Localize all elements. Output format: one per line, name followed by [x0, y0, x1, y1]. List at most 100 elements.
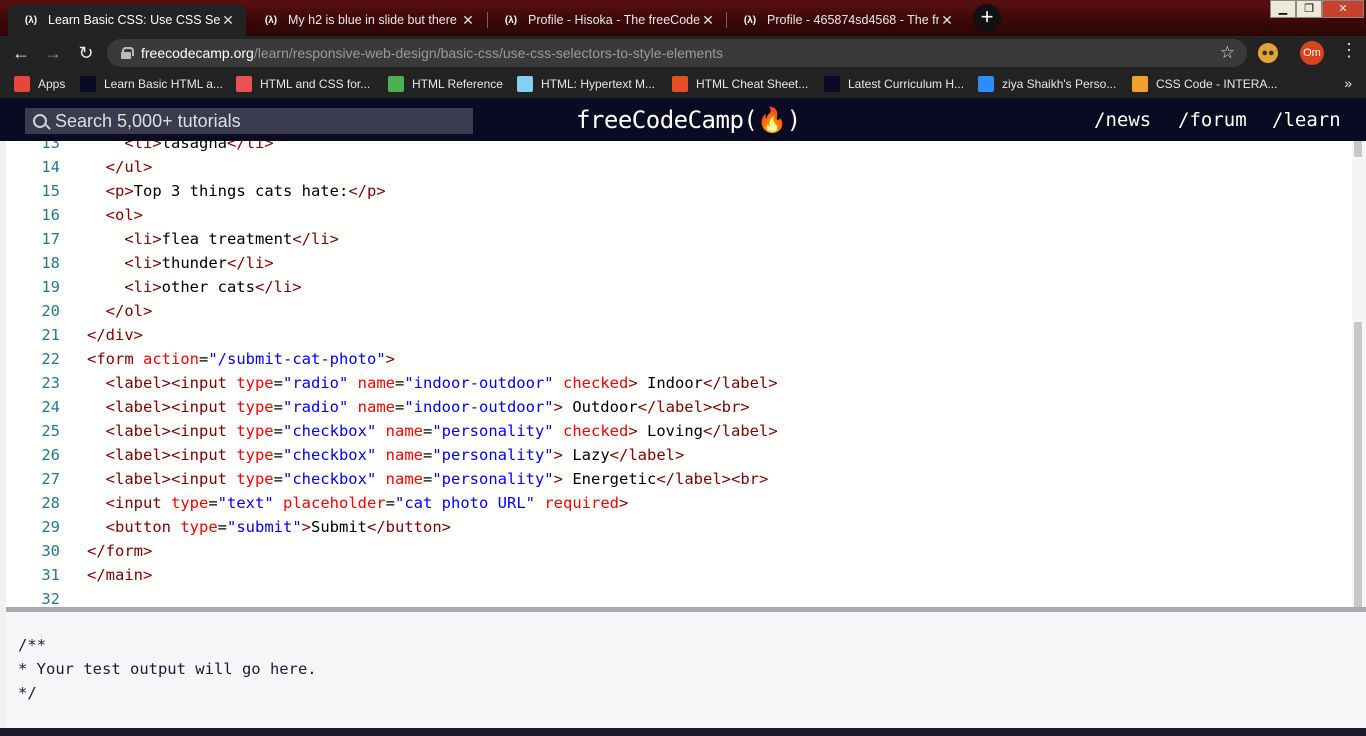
code-line[interactable]: 32 [6, 587, 1346, 607]
code-line[interactable]: 20 </ol> [6, 299, 1346, 323]
code-token: </li> [292, 230, 339, 248]
fcc-logo[interactable]: freeCodeCamp(🔥) [576, 106, 801, 134]
line-number: 31 [41, 566, 60, 584]
code-line[interactable]: 23 <label><input type="radio" name="indo… [6, 371, 1346, 395]
browser-tab[interactable]: (λ) My h2 is blue in slide but there is ✕ [248, 4, 486, 36]
code-line[interactable]: 22 <form action="/submit-cat-photo"> [6, 347, 1346, 371]
code-line[interactable]: 30 </form> [6, 539, 1346, 563]
tab-close-icon[interactable]: ✕ [939, 12, 955, 29]
editor-scrollbar-thumb[interactable] [1354, 322, 1362, 607]
code-line[interactable]: 21 </div> [6, 323, 1346, 347]
code-token: checked [562, 374, 629, 392]
code-line[interactable]: 25 <label><input type="checkbox" name="p… [6, 419, 1346, 443]
search-input[interactable] [55, 110, 455, 132]
maximize-button[interactable]: ❐ [1296, 0, 1322, 18]
code-token: "submit" [227, 518, 302, 536]
address-bar[interactable]: freecodecamp.org/learn/responsive-web-de… [107, 39, 1247, 67]
line-number: 15 [41, 182, 60, 200]
code-line[interactable]: 29 <button type="submit">Submit</button> [6, 515, 1346, 539]
code-line[interactable]: 16 <ol> [6, 203, 1346, 227]
browser-tab[interactable]: (λ) Learn Basic CSS: Use CSS Selector✕ [8, 4, 246, 36]
code-line[interactable]: 28 <input type="text" placeholder="cat p… [6, 491, 1346, 515]
bookmarks-overflow-icon[interactable]: » [1344, 75, 1352, 91]
code-token: > [628, 422, 638, 440]
code-token: </p> [348, 182, 386, 200]
menu-kebab-icon[interactable]: ⋮ [1340, 40, 1358, 61]
code-text: </div> [87, 323, 143, 347]
code-line[interactable]: 17 <li>flea treatment</li> [6, 227, 1346, 251]
code-token: "cat photo URL" [395, 494, 535, 512]
fcc-navbar: freeCodeCamp(🔥) /news /forum /learn [0, 98, 1366, 141]
search-box[interactable] [25, 108, 473, 134]
bookmark-item[interactable]: Learn Basic HTML a... [80, 76, 223, 92]
code-token: = [394, 398, 405, 416]
code-token: lasagna [161, 141, 227, 152]
window-close-button[interactable]: ✕ [1322, 0, 1364, 18]
code-token: name [385, 446, 423, 464]
nav-link-news[interactable]: /news [1094, 109, 1151, 131]
tab-close-icon[interactable]: ✕ [460, 12, 476, 29]
code-line[interactable]: 13 <li>lasagna</li> [6, 141, 1346, 155]
profile-avatar[interactable]: Om [1300, 41, 1324, 65]
forward-icon[interactable]: → [40, 40, 66, 66]
code-line[interactable]: 19 <li>other cats</li> [6, 275, 1346, 299]
bookmark-label: HTML and CSS for... [260, 77, 371, 91]
bookmark-item[interactable]: Apps [14, 76, 65, 92]
code-token: thunder [161, 254, 227, 272]
code-token: type [236, 398, 274, 416]
code-token: = [273, 446, 283, 464]
tab-close-icon[interactable]: ✕ [220, 12, 236, 29]
line-number: 26 [41, 446, 60, 464]
code-token: = [273, 470, 283, 488]
code-line[interactable]: 14 </ul> [6, 155, 1346, 179]
code-token: <li> [87, 230, 162, 248]
code-line[interactable]: 26 <label><input type="checkbox" name="p… [6, 443, 1346, 467]
code-token: </button> [367, 518, 451, 536]
bookmark-item[interactable]: ziya Shaikh's Perso... [978, 76, 1116, 92]
bookmark-item[interactable]: HTML Reference [388, 76, 503, 92]
minimize-button[interactable]: ▁ [1270, 0, 1296, 18]
code-token: </div> [87, 326, 143, 344]
bookmark-item[interactable]: HTML and CSS for... [236, 76, 370, 92]
code-token: "personality" [432, 446, 554, 464]
code-line[interactable]: 24 <label><input type="radio" name="indo… [6, 395, 1346, 419]
bookmark-label: Learn Basic HTML a... [104, 77, 223, 91]
bookmark-item[interactable]: Latest Curriculum H... [824, 76, 964, 92]
code-line[interactable]: 31 </main> [6, 563, 1346, 587]
extension-icon[interactable]: ●● [1258, 43, 1278, 63]
code-token: "checkbox" [282, 446, 377, 464]
nav-link-forum[interactable]: /forum [1178, 109, 1247, 131]
url-path: /learn/responsive-web-design/basic-css/u… [253, 45, 724, 61]
tab-close-icon[interactable]: ✕ [700, 12, 716, 29]
code-line[interactable]: 15 <p>Top 3 things cats hate:</p> [6, 179, 1346, 203]
browser-tab[interactable]: (λ) Profile - Hisoka - The freeCodeCa ✕ [488, 4, 726, 36]
bookmark-item[interactable]: HTML Cheat Sheet... [672, 76, 808, 92]
code-line[interactable]: 27 <label><input type="checkbox" name="p… [6, 467, 1346, 491]
code-token: </label><br> [656, 470, 769, 488]
reload-icon[interactable]: ↻ [73, 40, 99, 66]
bookmark-star-icon[interactable]: ☆ [1220, 43, 1235, 63]
code-text: <li>thunder</li> [87, 251, 273, 275]
bookmark-item[interactable]: CSS Code - INTERA... [1132, 76, 1277, 92]
code-editor[interactable]: 13 <li>lasagna</li> 14 </ul> 15 <p>Top 3 t… [6, 141, 1352, 607]
line-number: 32 [41, 590, 60, 607]
code-text: </ul> [87, 155, 153, 179]
code-token: other cats [161, 278, 255, 296]
tab-title: Profile - 465874sd4568 - The free [767, 13, 939, 27]
code-line[interactable]: 18 <li>thunder</li> [6, 251, 1346, 275]
code-token: "radio" [282, 398, 349, 416]
nav-link-learn[interactable]: /learn [1272, 109, 1341, 131]
code-text: <li>other cats</li> [87, 275, 301, 299]
code-token: type [180, 518, 218, 536]
bookmark-item[interactable]: HTML: Hypertext M... [517, 76, 655, 92]
code-token: checked [563, 422, 629, 440]
back-icon[interactable]: ← [8, 40, 34, 66]
tab-title: Profile - Hisoka - The freeCodeCa [528, 13, 700, 27]
line-number: 24 [41, 398, 60, 416]
code-text: </ol> [87, 299, 153, 323]
browser-tab[interactable]: (λ) Profile - 465874sd4568 - The free ✕ [727, 4, 965, 36]
tab-title: Learn Basic CSS: Use CSS Selector [48, 13, 220, 27]
new-tab-button[interactable]: + [973, 4, 1001, 32]
